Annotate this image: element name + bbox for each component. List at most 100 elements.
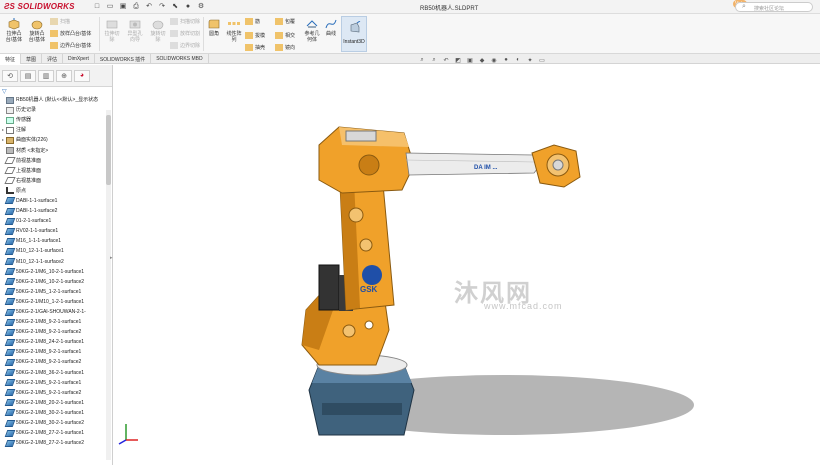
swept-cut-button[interactable]: 扫描切除 [170, 18, 200, 25]
tree-node[interactable]: 右视基准面 [0, 176, 112, 186]
undo-icon[interactable]: ↶ [144, 2, 154, 12]
tree-node[interactable]: DABI-1-1-surface2 [0, 206, 112, 216]
configuration-manager-icon[interactable]: ▥ [38, 69, 54, 82]
edit-appearance-icon[interactable]: ● [502, 57, 510, 63]
tab-features[interactable]: 特征 [0, 54, 22, 64]
curves-button[interactable]: 曲线 [322, 18, 340, 37]
tree-node[interactable]: ▸ 曲面实体(226) [0, 135, 112, 145]
tree-node[interactable]: 50KG-2-1/M8_24-2-1-surface1 [0, 337, 112, 347]
options-icon[interactable]: ⚙ [196, 2, 206, 12]
tree-node[interactable]: 50KG-2-1/M8_27-2-1-surface1 [0, 428, 112, 438]
tab-mbd[interactable]: SOLIDWORKS MBD [151, 54, 209, 64]
rib-button[interactable]: 筋 [245, 18, 260, 25]
tree-node[interactable]: 50KG-2-1/M10_1-2-1-surface1 [0, 297, 112, 307]
tree-node[interactable]: 50KG-2-1/M8_20-2-1-surface1 [0, 398, 112, 408]
shell-button[interactable]: 抽壳 [245, 44, 265, 51]
tree-node[interactable]: 原点 [0, 186, 112, 196]
tree-node[interactable]: ▸ 注解 [0, 125, 112, 135]
view-settings-icon[interactable]: ✦ [526, 57, 534, 64]
tree-node-label: 注解 [16, 127, 27, 134]
extrude-cut-button[interactable]: 拉伸切 除 [101, 18, 123, 43]
tree-node[interactable]: M10_12-1-1-surface1 [0, 246, 112, 256]
tree-node[interactable]: 50KG-2-1/M5_1-2-1-surface1 [0, 287, 112, 297]
tree-node[interactable]: DABI-1-1-surface1 [0, 196, 112, 206]
tree-node[interactable]: 50KG-2-1/M6_10-2-1-surface1 [0, 267, 112, 277]
hide-show-icon[interactable]: ◉ [490, 57, 498, 64]
tree-node[interactable]: 50KG-2-1/M8_36-2-1-surface1 [0, 368, 112, 378]
boundary-boss-button[interactable]: 边界凸台/基体 [50, 42, 91, 49]
extrude-boss-button[interactable]: 拉伸凸 台/基体 [3, 18, 25, 43]
surface-feature-icon [4, 227, 16, 235]
solidworks-logo[interactable]: ƧS SOLIDWORKS [4, 2, 75, 11]
section-view-icon[interactable]: ◩ [454, 57, 462, 64]
tree-node[interactable]: 50KG-2-1/M8_30-2-1-surface1 [0, 408, 112, 418]
select-icon[interactable]: ⬉ [170, 2, 180, 12]
mirror-button[interactable]: 镜向 [275, 44, 295, 51]
reference-geometry-button[interactable]: 参考几 何体 [302, 18, 322, 43]
apply-scene-icon[interactable]: ◐ [514, 57, 522, 63]
dimxpert-icon[interactable]: ⊕ [56, 69, 72, 82]
revolve-cut-button[interactable]: 旋转切 除 [147, 18, 169, 43]
tree-node[interactable]: 01-2-1-surface1 [0, 216, 112, 226]
zoom-to-fit-icon[interactable]: ⌕ [418, 57, 426, 64]
loft-boss-button[interactable]: 放样凸台/基体 [50, 30, 91, 37]
tab-addins[interactable]: SOLIDWORKS 插件 [95, 54, 152, 64]
redo-icon[interactable]: ↷ [157, 2, 167, 12]
tab-evaluate[interactable]: 评估 [42, 54, 64, 64]
tree-node[interactable]: 50KG-2-1/M5_9-2-1-surface2 [0, 388, 112, 398]
tree-node[interactable]: 50KG-2-1/GAI-SHOUWAN-2-1- [0, 307, 112, 317]
open-icon[interactable]: ▭ [105, 2, 115, 12]
wrap-button[interactable]: 包覆 [275, 18, 295, 25]
tree-node[interactable]: 历史记录 [0, 105, 112, 115]
search-input[interactable]: ⌕ 搜索社区论坛 [735, 2, 813, 12]
tab-dimxpert[interactable]: DimXpert [63, 54, 95, 64]
hole-wizard-button[interactable]: 异型孔 向导 [124, 18, 146, 43]
new-icon[interactable]: □ [92, 2, 102, 12]
intersect-button[interactable]: 相交 [275, 32, 295, 39]
linear-pattern-button[interactable]: 线性阵 列 [224, 18, 244, 43]
graphics-area[interactable]: GSK DA IM ... 沐风网 www.mfcad.com [114, 65, 820, 465]
filter-icon[interactable]: ▽ [0, 87, 112, 95]
tree-node[interactable]: 传感器 [0, 115, 112, 125]
display-style-icon[interactable]: ◆ [478, 57, 486, 64]
feature-manager-icon[interactable]: ⟲ [2, 69, 18, 82]
tree-node[interactable]: 50KG-2-1/M8_9-2-1-surface2 [0, 357, 112, 367]
tree-node[interactable]: M10_12-1-1-surface2 [0, 257, 112, 267]
robot-model[interactable]: GSK DA IM ... [114, 65, 820, 465]
tree-node[interactable]: 材质 <未指定> [0, 145, 112, 155]
tree-node[interactable]: RV02-1-1-surface1 [0, 226, 112, 236]
display-manager-icon[interactable]: ◕ [74, 69, 90, 82]
tree-node[interactable]: 50KG-2-1/M8_9-2-1-surface1 [0, 347, 112, 357]
monitor-icon[interactable]: ▭ [538, 57, 546, 64]
tree-node[interactable]: 上视基准面 [0, 166, 112, 176]
tree-node[interactable]: 50KG-2-1/M8_27-2-1-surface2 [0, 438, 112, 448]
tree-node[interactable]: 50KG-2-1/M6_10-2-1-surface2 [0, 277, 112, 287]
previous-view-icon[interactable]: ↶ [442, 57, 450, 64]
instant3d-button[interactable]: Instant3D [341, 16, 367, 52]
sweep-boss-button[interactable]: 扫描 [50, 18, 70, 25]
fillet-button[interactable]: 圆角 [205, 18, 223, 37]
scrollbar-thumb[interactable] [106, 115, 111, 185]
tree-node[interactable]: M16_1-1-1-surface1 [0, 236, 112, 246]
tree-node-label: 50KG-2-1/M6_10-2-1-surface2 [16, 278, 85, 285]
lofted-cut-button[interactable]: 放样切割 [170, 30, 200, 37]
save-icon[interactable]: ▣ [118, 2, 128, 12]
boundary-cut-button[interactable]: 边界切除 [170, 42, 200, 49]
revolve-boss-button[interactable]: 旋转凸 台/基体 [26, 18, 48, 43]
tree-node[interactable]: RB50机器人 (默认<<默认>_显示状态 [0, 95, 112, 105]
property-manager-icon[interactable]: ▤ [20, 69, 36, 82]
tree-node[interactable]: 50KG-2-1/M8_9-2-1-surface1 [0, 317, 112, 327]
tree-node[interactable]: 50KG-2-1/M8_9-2-1-surface2 [0, 327, 112, 337]
zoom-area-icon[interactable]: ⌕ [430, 57, 438, 64]
print-icon[interactable]: ⎙ [131, 2, 141, 12]
tree-node-label: RB50机器人 (默认<<默认>_显示状态 [16, 97, 99, 104]
tab-sketch[interactable]: 草图 [21, 54, 43, 64]
tree-node[interactable]: 50KG-2-1/M5_9-2-1-surface1 [0, 378, 112, 388]
tree-node[interactable]: 50KG-2-1/M8_30-2-1-surface2 [0, 418, 112, 428]
view-orientation-icon[interactable]: ▣ [466, 57, 474, 64]
draft-button[interactable]: 拔模 [245, 32, 265, 39]
rebuild-icon[interactable]: ● [183, 2, 193, 12]
fillet-icon [208, 19, 220, 29]
tree-node[interactable]: 前视基准面 [0, 156, 112, 166]
tree-scrollbar[interactable] [106, 110, 111, 460]
